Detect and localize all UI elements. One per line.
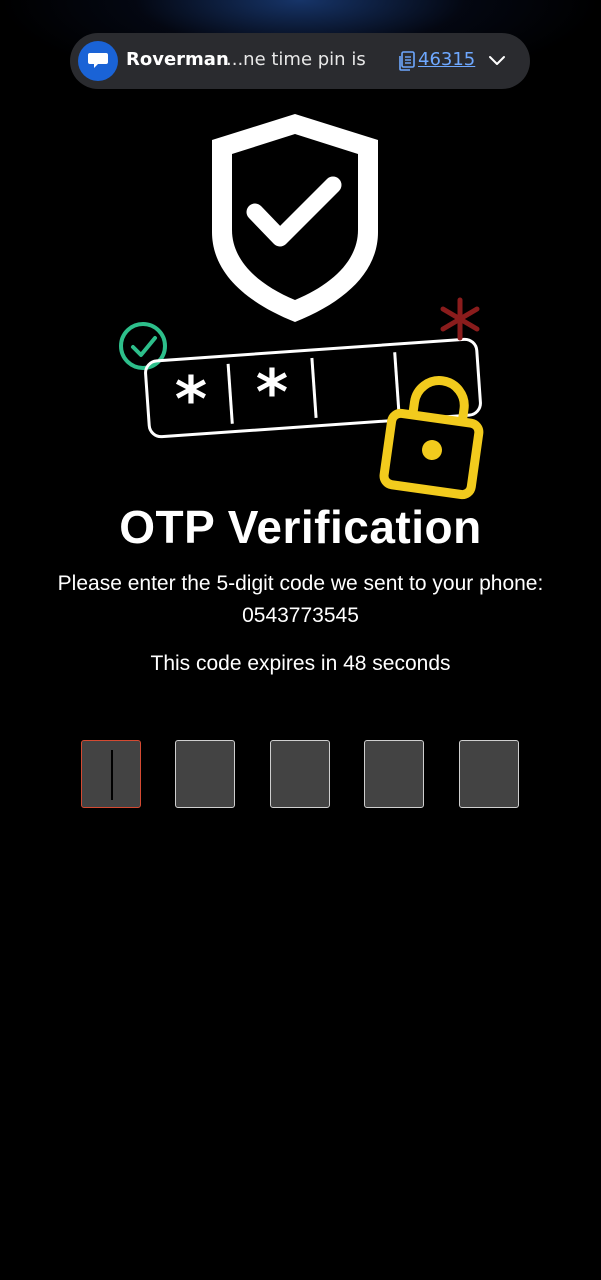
copy-icon[interactable] (397, 51, 415, 75)
text-caret (111, 750, 113, 800)
page-title: OTP Verification (119, 501, 482, 553)
notification-sender: Roverman (126, 49, 229, 70)
chat-bubble-icon (78, 41, 118, 81)
notification-preview: ...ne time pin is (226, 49, 366, 70)
masked-char-1: * (175, 363, 207, 436)
masked-char-2: * (256, 356, 288, 429)
expiry-countdown: This code expires in 48 seconds (150, 652, 451, 675)
notification-code-link[interactable]: 46315 (418, 49, 475, 70)
otp-illustration: * * (119, 114, 484, 500)
notification-banner[interactable]: Roverman ...ne time pin is 46315 (70, 33, 530, 89)
otp-digit-4[interactable] (364, 740, 424, 808)
asterisk-icon (440, 297, 480, 341)
otp-digit-3[interactable] (270, 740, 330, 808)
otp-screen: Roverman ...ne time pin is 46315 * * OTP… (0, 0, 601, 1280)
otp-digit-2[interactable] (175, 740, 235, 808)
otp-digit-1[interactable] (81, 740, 141, 808)
chevron-down-icon[interactable] (488, 53, 506, 72)
shield-check-icon (212, 114, 378, 322)
instruction-text: Please enter the 5-digit code we sent to… (57, 572, 544, 627)
otp-digit-5[interactable] (459, 740, 519, 808)
